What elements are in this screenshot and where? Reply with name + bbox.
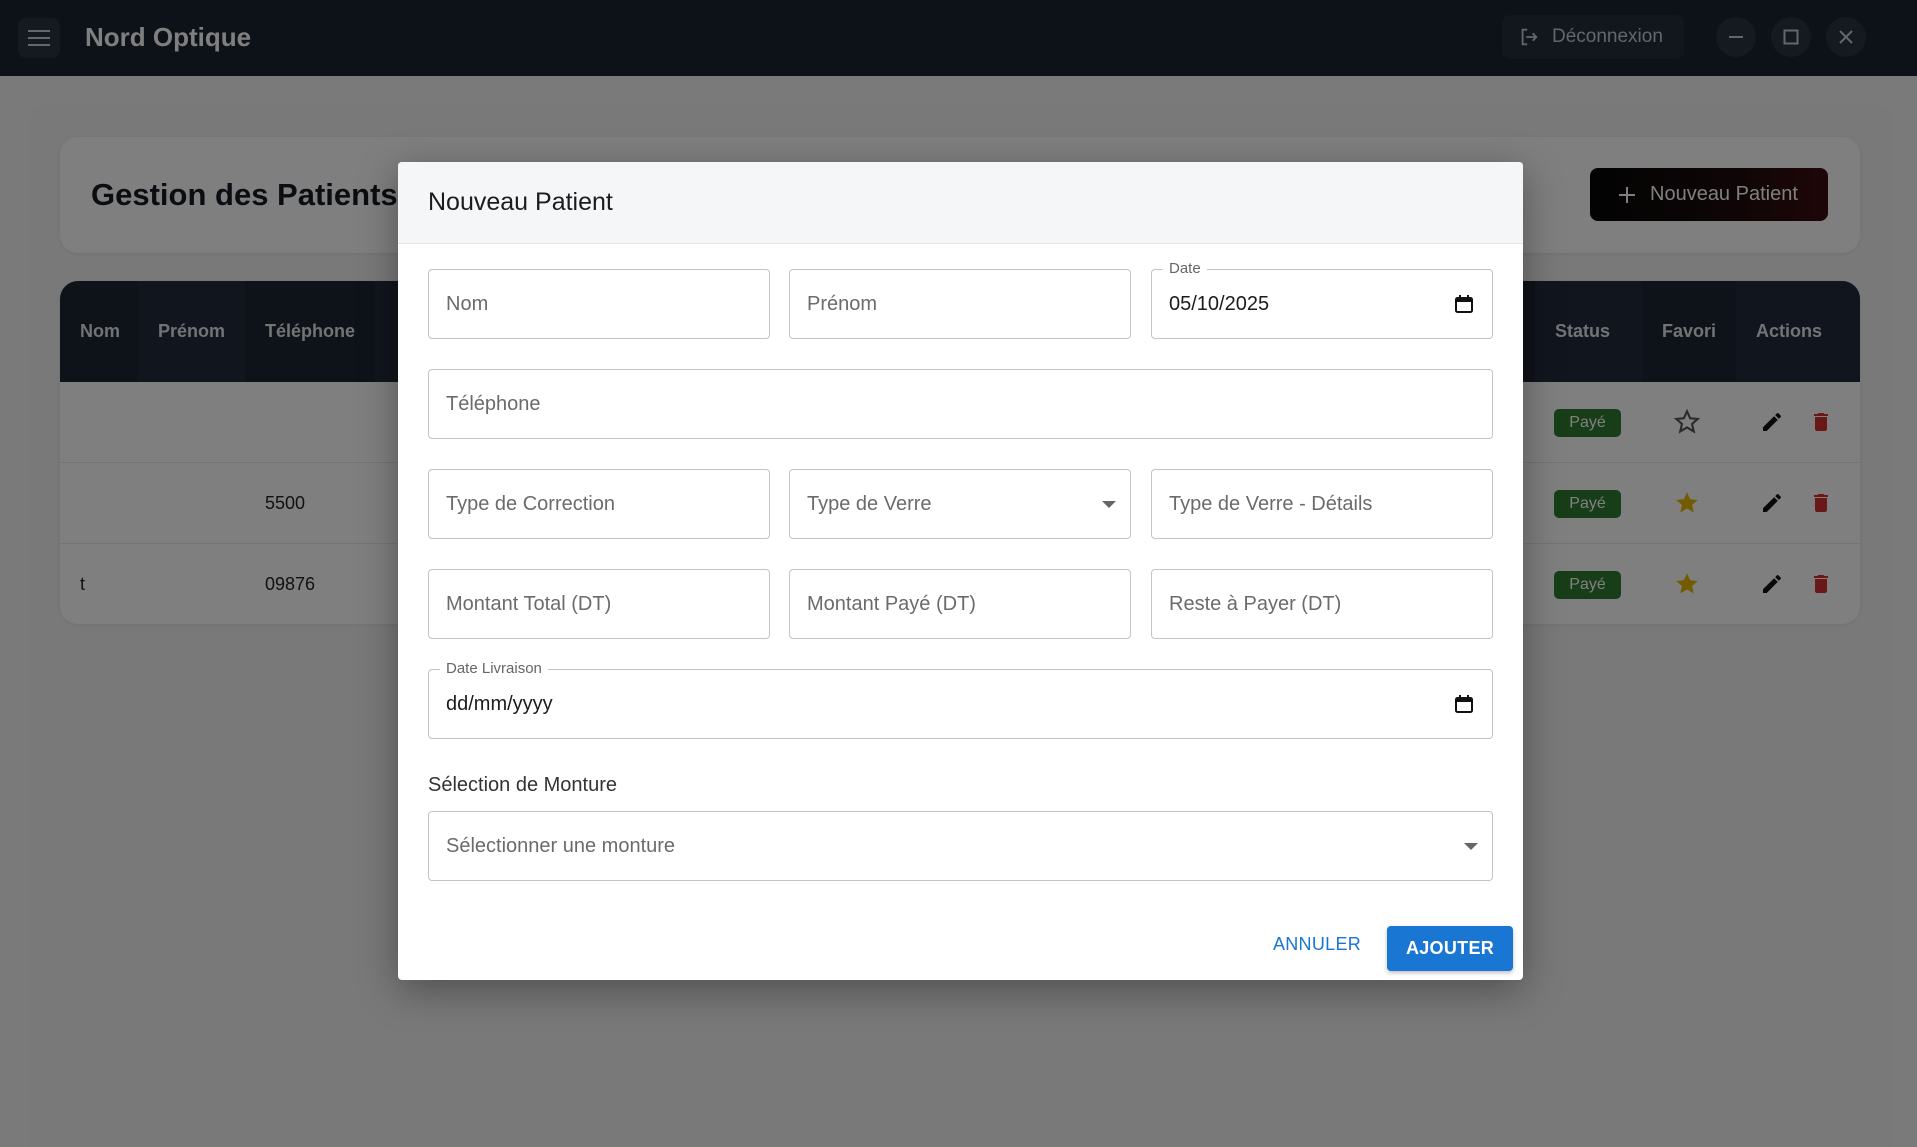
date-value: 05/10/2025 — [1169, 292, 1270, 315]
telephone-placeholder: Téléphone — [446, 392, 541, 415]
type-verre-placeholder: Type de Verre — [807, 492, 932, 515]
type-verre-details-field[interactable]: Type de Verre - Détails — [1151, 469, 1493, 539]
montant-total-field[interactable]: Montant Total (DT) — [428, 569, 770, 639]
nom-placeholder: Nom — [446, 292, 489, 315]
new-patient-dialog: Nouveau Patient Nom Prénom Date 05/10/20… — [398, 162, 1523, 980]
telephone-field[interactable]: Téléphone — [428, 369, 1493, 439]
monture-select[interactable]: Sélectionner une monture — [428, 811, 1493, 881]
date-field[interactable]: Date 05/10/2025 — [1151, 260, 1493, 339]
dialog-title: Nouveau Patient — [428, 188, 613, 216]
calendar-icon[interactable] — [1454, 294, 1474, 314]
type-correction-placeholder: Type de Correction — [446, 492, 615, 515]
reste-a-payer-placeholder: Reste à Payer (DT) — [1169, 592, 1342, 615]
type-verre-select[interactable]: Type de Verre — [789, 469, 1131, 539]
monture-section-label: Sélection de Monture — [428, 774, 618, 796]
cancel-button[interactable]: ANNULER — [1271, 924, 1363, 964]
type-correction-field[interactable]: Type de Correction — [428, 469, 770, 539]
prenom-placeholder: Prénom — [807, 292, 878, 315]
dropdown-arrow-icon — [1102, 501, 1116, 508]
calendar-icon[interactable] — [1454, 694, 1474, 714]
type-verre-details-placeholder: Type de Verre - Détails — [1169, 492, 1373, 515]
montant-total-placeholder: Montant Total (DT) — [446, 592, 612, 615]
add-button[interactable]: AJOUTER — [1387, 926, 1513, 971]
montant-paye-placeholder: Montant Payé (DT) — [807, 592, 976, 615]
dropdown-arrow-icon — [1464, 843, 1478, 850]
nom-field[interactable]: Nom — [428, 269, 770, 339]
monture-placeholder: Sélectionner une monture — [446, 834, 676, 857]
date-livraison-value: dd/mm/yyyy — [446, 692, 553, 715]
dialog-header: Nouveau Patient — [398, 162, 1523, 244]
montant-paye-field[interactable]: Montant Payé (DT) — [789, 569, 1131, 639]
prenom-field[interactable]: Prénom — [789, 269, 1131, 339]
reste-a-payer-field[interactable]: Reste à Payer (DT) — [1151, 569, 1493, 639]
date-livraison-field[interactable]: Date Livraison dd/mm/yyyy — [428, 660, 1493, 739]
